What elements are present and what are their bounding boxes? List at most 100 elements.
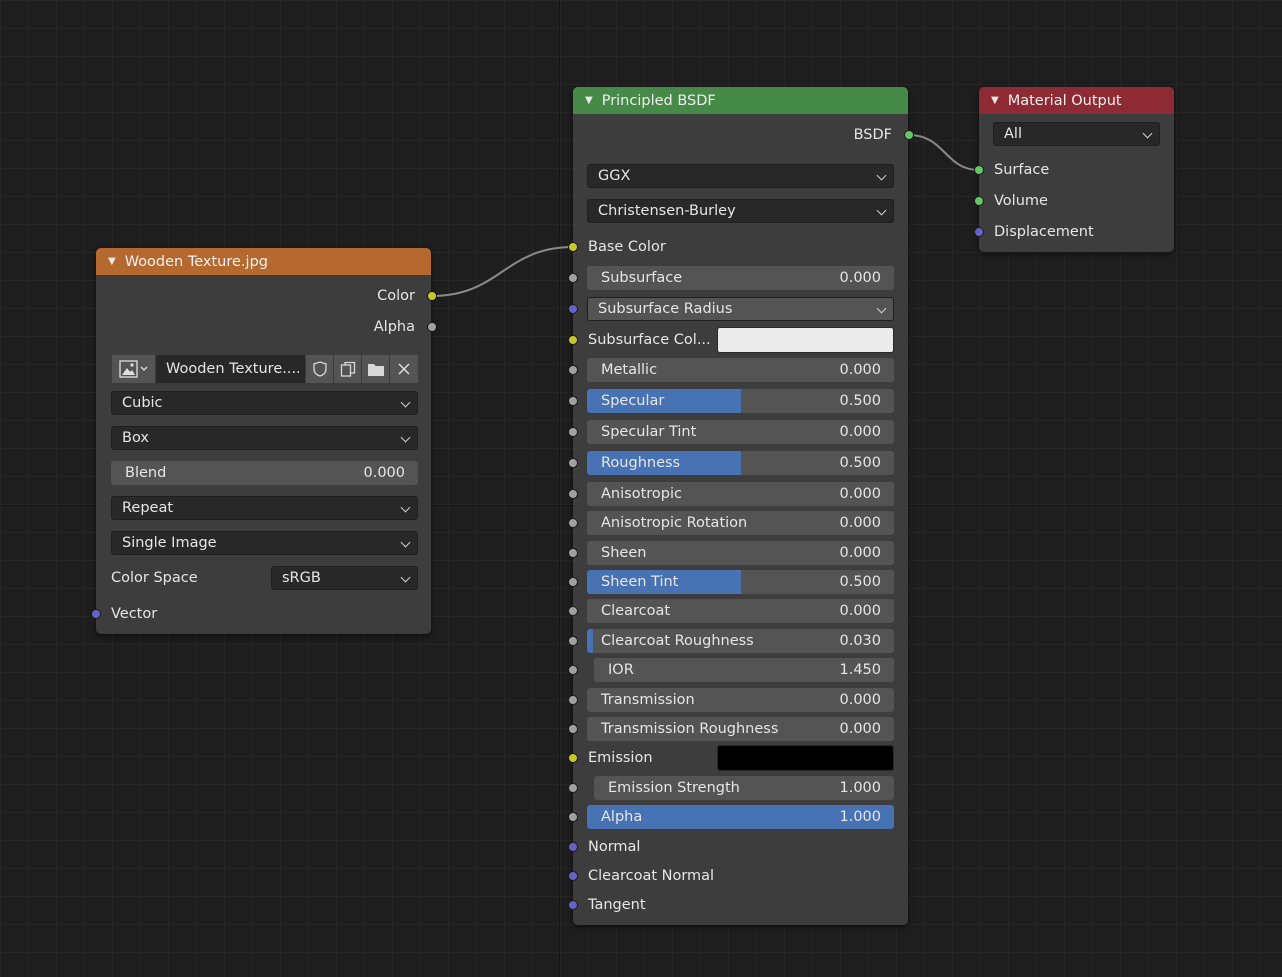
input-surface-row: Surface xyxy=(974,158,1174,182)
input-roughness-socket[interactable] xyxy=(568,458,578,468)
close-icon xyxy=(398,363,410,375)
output-color-row: Color xyxy=(96,284,437,308)
input-normal-socket[interactable] xyxy=(568,842,578,852)
input-clearcoat-normal-label: Clearcoat Normal xyxy=(588,868,715,884)
chevron-down-icon xyxy=(876,205,887,216)
input-clearcoat-socket[interactable] xyxy=(568,606,578,616)
input-displacement-socket[interactable] xyxy=(974,227,984,237)
input-volume-socket[interactable] xyxy=(974,196,984,206)
input-tangent-socket[interactable] xyxy=(568,900,578,910)
input-specular-tint-socket[interactable] xyxy=(568,427,578,437)
interpolation-dropdown[interactable]: Cubic xyxy=(111,391,418,415)
transmission-roughness-slider[interactable]: Transmission Roughness 0.000 xyxy=(587,717,894,741)
output-color-label: Color xyxy=(377,288,415,304)
input-subsurface-radius-socket[interactable] xyxy=(568,304,578,314)
image-name-field[interactable]: Wooden Texture.... xyxy=(156,355,306,383)
input-clearcoat-normal-socket[interactable] xyxy=(568,871,578,881)
subsurface-slider[interactable]: Subsurface 0.000 xyxy=(587,266,894,290)
chevron-down-icon xyxy=(400,397,411,408)
extension-dropdown[interactable]: Repeat xyxy=(111,496,418,520)
unlink-image-button[interactable] xyxy=(390,355,418,383)
output-alpha-socket[interactable] xyxy=(427,322,437,332)
input-base-color-row: Base Color xyxy=(568,235,908,259)
output-target-dropdown[interactable]: All xyxy=(993,122,1160,146)
anisotropic-rotation-slider[interactable]: Anisotropic Rotation 0.000 xyxy=(587,511,894,535)
color-space-dropdown[interactable]: sRGB xyxy=(271,566,418,590)
link-bsdf-to-surface[interactable] xyxy=(908,134,980,171)
input-subsurface-socket[interactable] xyxy=(568,273,578,283)
input-vector-label: Vector xyxy=(111,606,158,622)
blend-slider[interactable]: Blend 0.000 xyxy=(111,461,418,485)
input-emission-label: Emission xyxy=(588,750,653,766)
input-sheen-tint-socket[interactable] xyxy=(568,577,578,587)
input-base-color-socket[interactable] xyxy=(568,242,578,252)
output-color-socket[interactable] xyxy=(427,291,437,301)
ior-slider[interactable]: IOR 1.450 xyxy=(594,658,894,682)
clearcoat-roughness-fill xyxy=(587,629,593,653)
output-alpha-label: Alpha xyxy=(373,319,415,335)
projection-dropdown[interactable]: Box xyxy=(111,426,418,450)
input-transmission-roughness-socket[interactable] xyxy=(568,724,578,734)
input-alpha-socket[interactable] xyxy=(568,812,578,822)
alpha-slider[interactable]: Alpha 1.000 xyxy=(587,805,894,829)
duplicate-icon xyxy=(340,361,355,377)
input-vector-row: Vector xyxy=(91,602,431,626)
output-bsdf-label: BSDF xyxy=(853,127,892,143)
output-node-header[interactable]: ▼ Material Output xyxy=(979,87,1174,114)
specular-slider[interactable]: Specular 0.500 xyxy=(587,389,894,413)
input-emission-strength-socket[interactable] xyxy=(568,783,578,793)
chevron-down-icon xyxy=(876,170,887,181)
chevron-down-icon xyxy=(1142,128,1153,139)
metallic-slider[interactable]: Metallic 0.000 xyxy=(587,358,894,382)
chevron-down-icon xyxy=(400,432,411,443)
fake-user-button[interactable] xyxy=(306,355,334,383)
collapse-triangle-icon[interactable]: ▼ xyxy=(991,95,999,106)
distribution-dropdown[interactable]: GGX xyxy=(587,164,894,188)
input-ior-socket[interactable] xyxy=(568,665,578,675)
material-output-node[interactable]: ▼ Material Output All Surface Volume Dis… xyxy=(974,87,1174,252)
grid-axis-vertical xyxy=(559,0,560,977)
input-displacement-label: Displacement xyxy=(994,224,1094,240)
image-icon xyxy=(118,360,147,378)
input-clearcoat-roughness-socket[interactable] xyxy=(568,636,578,646)
roughness-slider[interactable]: Roughness 0.500 xyxy=(587,451,894,475)
link-color-to-base-color[interactable] xyxy=(431,246,574,297)
collapse-triangle-icon[interactable]: ▼ xyxy=(108,256,116,267)
input-volume-label: Volume xyxy=(994,193,1048,209)
clearcoat-slider[interactable]: Clearcoat 0.000 xyxy=(587,599,894,623)
input-specular-socket[interactable] xyxy=(568,396,578,406)
output-alpha-row: Alpha xyxy=(96,315,437,339)
sheen-tint-slider[interactable]: Sheen Tint 0.500 xyxy=(587,570,894,594)
sheen-slider[interactable]: Sheen 0.000 xyxy=(587,541,894,565)
input-sheen-socket[interactable] xyxy=(568,548,578,558)
subsurface-method-dropdown[interactable]: Christensen-Burley xyxy=(587,199,894,223)
open-image-button[interactable] xyxy=(362,355,390,383)
input-anisotropic-rotation-socket[interactable] xyxy=(568,518,578,528)
transmission-slider[interactable]: Transmission 0.000 xyxy=(587,688,894,712)
image-texture-node[interactable]: ▼ Wooden Texture.jpg Color Alpha Wooden … xyxy=(91,248,437,634)
principled-bsdf-node[interactable]: ▼ Principled BSDF BSDF GGX Christensen-B… xyxy=(568,87,914,925)
clearcoat-roughness-slider[interactable]: Clearcoat Roughness 0.030 xyxy=(587,629,894,653)
subsurface-color-swatch[interactable] xyxy=(717,327,894,353)
input-surface-socket[interactable] xyxy=(974,165,984,175)
input-metallic-socket[interactable] xyxy=(568,365,578,375)
emission-color-swatch[interactable] xyxy=(717,745,894,771)
chevron-down-icon xyxy=(400,572,411,583)
input-vector-socket[interactable] xyxy=(91,609,101,619)
specular-tint-slider[interactable]: Specular Tint 0.000 xyxy=(587,420,894,444)
source-dropdown[interactable]: Single Image xyxy=(111,531,418,555)
output-bsdf-socket[interactable] xyxy=(904,130,914,140)
folder-icon xyxy=(367,364,384,376)
subsurface-radius-dropdown[interactable]: Subsurface Radius xyxy=(587,297,894,321)
emission-strength-slider[interactable]: Emission Strength 1.000 xyxy=(594,776,894,800)
input-normal-label: Normal xyxy=(588,839,641,855)
bsdf-node-header[interactable]: ▼ Principled BSDF xyxy=(573,87,908,114)
texture-node-header[interactable]: ▼ Wooden Texture.jpg xyxy=(96,248,431,275)
collapse-triangle-icon[interactable]: ▼ xyxy=(585,95,593,106)
anisotropic-slider[interactable]: Anisotropic 0.000 xyxy=(587,482,894,506)
input-transmission-socket[interactable] xyxy=(568,695,578,705)
duplicate-image-button[interactable] xyxy=(334,355,362,383)
chevron-down-icon xyxy=(400,537,411,548)
image-browse-button[interactable] xyxy=(112,355,156,383)
input-anisotropic-socket[interactable] xyxy=(568,489,578,499)
